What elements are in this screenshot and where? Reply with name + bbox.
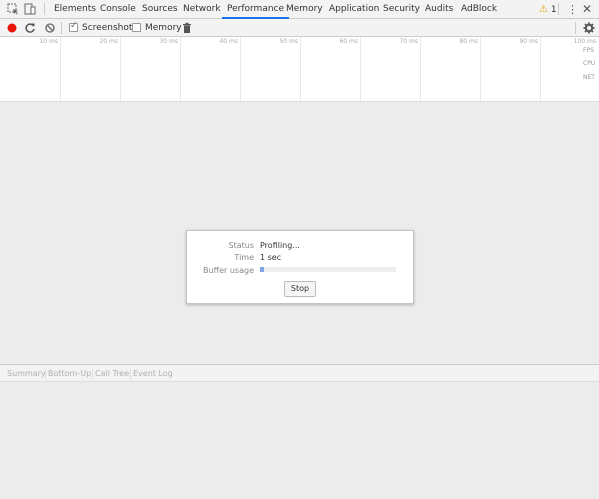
- tab-audits[interactable]: Audits: [425, 0, 453, 19]
- details-tab-bar: Summary Bottom-Up Call Tree Event Log: [0, 364, 599, 382]
- memory-checkbox[interactable]: [132, 23, 141, 32]
- tab-sources[interactable]: Sources: [142, 0, 178, 19]
- buffer-usage-bar: [260, 267, 396, 272]
- tab-adblock[interactable]: AdBlock: [461, 0, 497, 19]
- tab-console[interactable]: Console: [100, 0, 136, 19]
- record-button[interactable]: [6, 22, 18, 34]
- more-options-icon[interactable]: ⋮: [567, 0, 578, 19]
- time-tick-label: 20 ms: [99, 38, 118, 45]
- stop-button[interactable]: Stop: [284, 281, 316, 297]
- toolbar-divider: [44, 3, 45, 15]
- timeline-overview[interactable]: 10 ms 20 ms 30 ms 40 ms 50 ms 60 ms 70 m…: [0, 37, 599, 102]
- profiling-status-dialog: Status Profiling... Time 1 sec Buffer us…: [186, 230, 414, 304]
- track-label-cpu: CPU: [583, 60, 596, 67]
- time-tick-label: 90 ms: [519, 38, 538, 45]
- tab-performance[interactable]: Performance: [222, 0, 290, 19]
- reload-record-icon[interactable]: [24, 22, 36, 34]
- tab-security[interactable]: Security: [383, 0, 420, 19]
- time-tick-label: 30 ms: [159, 38, 178, 45]
- tab-application[interactable]: Application: [329, 0, 379, 19]
- time-tick-label: 60 ms: [339, 38, 358, 45]
- tab-network[interactable]: Network: [183, 0, 221, 19]
- status-row: Status Profiling...: [187, 241, 415, 253]
- grid-line: [180, 37, 181, 102]
- grid-line: [540, 37, 541, 102]
- tab-divider: [130, 369, 131, 379]
- device-toolbar-icon[interactable]: [24, 3, 36, 15]
- screenshots-checkbox[interactable]: [69, 21, 78, 32]
- tab-divider: [45, 369, 46, 379]
- grid-line: [120, 37, 121, 102]
- clear-icon[interactable]: [44, 22, 56, 34]
- status-value: Profiling...: [260, 241, 300, 250]
- details-pane: [0, 382, 599, 499]
- grid-line: [60, 37, 61, 102]
- toolbar-divider: [558, 3, 559, 15]
- performance-toolbar: Screenshots Memory: [0, 19, 599, 37]
- buffer-usage-fill: [260, 267, 265, 272]
- time-tick-label: 80 ms: [459, 38, 478, 45]
- devtools-tab-bar: Elements Console Sources Network Perform…: [0, 0, 599, 19]
- inspect-element-icon[interactable]: [7, 3, 19, 15]
- memory-label[interactable]: Memory: [145, 19, 182, 37]
- tab-summary[interactable]: Summary: [7, 365, 46, 383]
- track-label-fps: FPS: [583, 47, 594, 54]
- settings-gear-icon[interactable]: [583, 22, 595, 34]
- time-tick-label: 10 ms: [39, 38, 58, 45]
- warnings-count: 1: [550, 5, 557, 15]
- status-label: Status: [228, 241, 255, 250]
- time-tick-label: 40 ms: [219, 38, 238, 45]
- tab-event-log[interactable]: Event Log: [133, 365, 173, 383]
- tab-elements[interactable]: Elements: [54, 0, 96, 19]
- buffer-row: Buffer usage: [187, 260, 415, 275]
- warnings-counter[interactable]: ⚠ 1: [539, 0, 557, 19]
- warning-icon: ⚠: [539, 4, 548, 15]
- time-tick-label: 50 ms: [279, 38, 298, 45]
- buffer-usage-label: Buffer usage: [203, 266, 254, 275]
- time-tick-label: 70 ms: [399, 38, 418, 45]
- trash-icon[interactable]: [181, 22, 193, 34]
- grid-line: [300, 37, 301, 102]
- screenshots-label[interactable]: Screenshots: [82, 19, 137, 37]
- grid-line: [480, 37, 481, 102]
- grid-line: [240, 37, 241, 102]
- grid-line: [360, 37, 361, 102]
- tab-memory[interactable]: Memory: [286, 0, 323, 19]
- tab-call-tree[interactable]: Call Tree: [95, 365, 129, 383]
- toolbar-divider: [61, 22, 62, 34]
- toolbar-divider: [575, 22, 576, 34]
- time-tick-label: 100 ms: [573, 38, 596, 45]
- close-icon[interactable]: ✕: [582, 0, 592, 19]
- tab-divider: [92, 369, 93, 379]
- track-label-net: NET: [583, 74, 595, 81]
- grid-line: [420, 37, 421, 102]
- tab-bottom-up[interactable]: Bottom-Up: [48, 365, 91, 383]
